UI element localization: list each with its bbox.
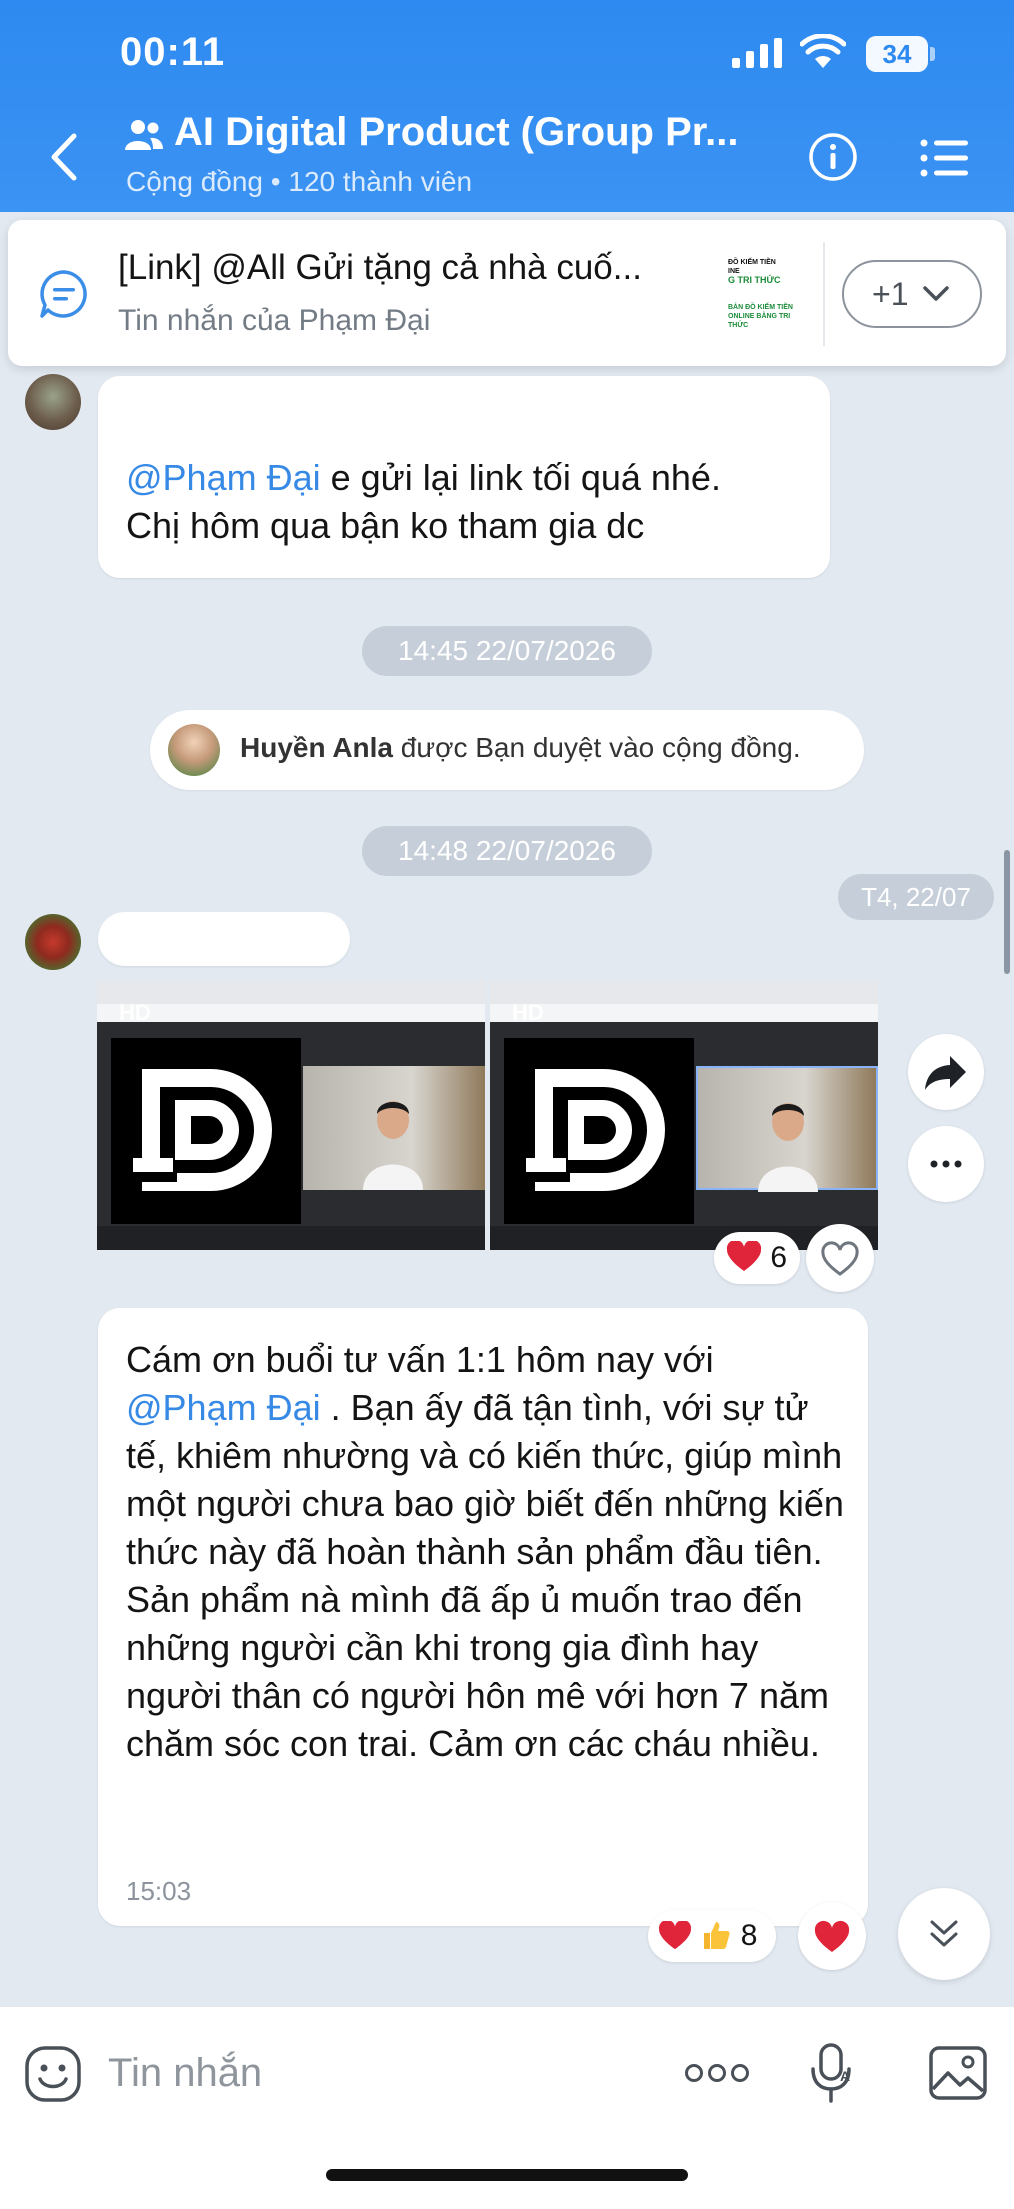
system-notice: Huyền Anla được Bạn duyệt vào cộng đồng. xyxy=(150,710,864,790)
webcam-feed xyxy=(696,1066,878,1192)
scroll-to-bottom-button[interactable] xyxy=(898,1888,990,1980)
sender-name-blurred xyxy=(126,392,356,418)
dp-logo xyxy=(504,1038,694,1224)
svg-text:A: A xyxy=(840,2068,850,2084)
heart-outline-icon xyxy=(821,1241,859,1276)
double-chevron-down-icon xyxy=(930,1920,958,1947)
pinned-sender: Tin nhắn của Phạm Đại xyxy=(118,304,431,337)
chat-header: 00:11 34 AI Digital Product (Group Pr...… xyxy=(0,0,1014,212)
share-button[interactable] xyxy=(908,1034,984,1110)
video-thumbnail[interactable]: HD xyxy=(97,980,485,1250)
home-indicator xyxy=(326,2169,688,2181)
avatar[interactable] xyxy=(168,724,220,776)
message-bubble[interactable]: Cám ơn buổi tư vấn 1:1 hôm nay với @Phạm… xyxy=(98,1308,868,1926)
microphone-icon[interactable]: A xyxy=(810,2041,856,2105)
mention-link[interactable]: @Phạm Đại xyxy=(126,1387,321,1428)
share-arrow-icon xyxy=(925,1056,966,1090)
image-icon[interactable] xyxy=(928,2045,988,2101)
battery-level: 34 xyxy=(866,36,928,72)
message-text: @Phạm Đại e gửi lại link tối quá nhé. Ch… xyxy=(126,457,721,546)
scrollbar[interactable] xyxy=(1004,850,1010,974)
back-icon[interactable] xyxy=(44,132,84,182)
wifi-icon xyxy=(800,34,846,68)
heart-icon xyxy=(658,1919,692,1950)
pinned-thumbnail: ĐỒ KIẾM TIỀN INE G TRI THỨC BẢN ĐỒ KIẾM … xyxy=(718,244,810,342)
more-options-button[interactable] xyxy=(908,1126,984,1202)
heart-icon xyxy=(726,1239,762,1271)
emoji-icon[interactable] xyxy=(24,2045,82,2103)
thumbs-up-icon xyxy=(704,1922,730,1949)
status-time: 00:11 xyxy=(120,30,226,74)
avatar[interactable] xyxy=(25,914,81,970)
reaction-count: 6 xyxy=(770,1241,788,1274)
reaction-summary[interactable]: 6 xyxy=(714,1232,800,1284)
pinned-more-label: +1 xyxy=(872,276,909,312)
message-input-bar: A xyxy=(0,2006,1014,2209)
dp-logo xyxy=(111,1038,301,1224)
pinned-title: [Link] @All Gửi tặng cả nhà cuố... xyxy=(118,248,642,287)
time-separator: 14:45 22/07/2026 xyxy=(362,626,652,676)
hd-badge: HD xyxy=(512,1000,544,1025)
group-icon xyxy=(125,120,163,150)
chat-bubble-icon xyxy=(40,270,87,318)
chevron-down-icon xyxy=(923,286,949,301)
mention-link[interactable]: @Phạm Đại xyxy=(126,457,321,498)
date-indicator: T4, 22/07 xyxy=(838,874,994,920)
info-icon[interactable] xyxy=(808,132,858,182)
more-dots-icon xyxy=(930,1160,962,1168)
message-text: Cám ơn buổi tư vấn 1:1 hôm nay với @Phạm… xyxy=(126,1339,844,1764)
message-input[interactable] xyxy=(108,2041,648,2105)
time-separator: 14:48 22/07/2026 xyxy=(362,826,652,876)
webcam-feed xyxy=(303,1066,485,1190)
menu-icon[interactable] xyxy=(920,138,970,178)
battery-icon: 34 xyxy=(866,36,936,72)
chat-title[interactable]: AI Digital Product (Group Pr... xyxy=(174,110,738,155)
reaction-count: 8 xyxy=(740,1919,758,1952)
chat-subtitle[interactable]: Cộng đồng • 120 thành viên xyxy=(126,166,472,198)
video-thumbnail[interactable]: HD xyxy=(490,980,878,1250)
signal-icon xyxy=(732,38,782,68)
reaction-summary[interactable]: 8 xyxy=(648,1910,776,1962)
react-button[interactable] xyxy=(798,1902,866,1970)
sender-name-bubble xyxy=(98,912,350,966)
heart-icon xyxy=(814,1920,850,1952)
pinned-more-button[interactable]: +1 xyxy=(842,260,982,328)
hd-badge: HD xyxy=(119,1000,151,1025)
avatar[interactable] xyxy=(25,374,81,430)
react-button[interactable] xyxy=(806,1224,874,1292)
sender-name-blurred xyxy=(126,924,326,954)
message-time: 15:03 xyxy=(126,1876,192,1906)
more-dots-icon[interactable] xyxy=(684,2059,750,2087)
message-bubble[interactable]: @Phạm Đại e gửi lại link tối quá nhé. Ch… xyxy=(98,376,830,578)
notice-text: Huyền Anla được Bạn duyệt vào cộng đồng. xyxy=(240,732,801,763)
pinned-message-bar[interactable]: [Link] @All Gửi tặng cả nhà cuố... Tin n… xyxy=(8,220,1006,366)
